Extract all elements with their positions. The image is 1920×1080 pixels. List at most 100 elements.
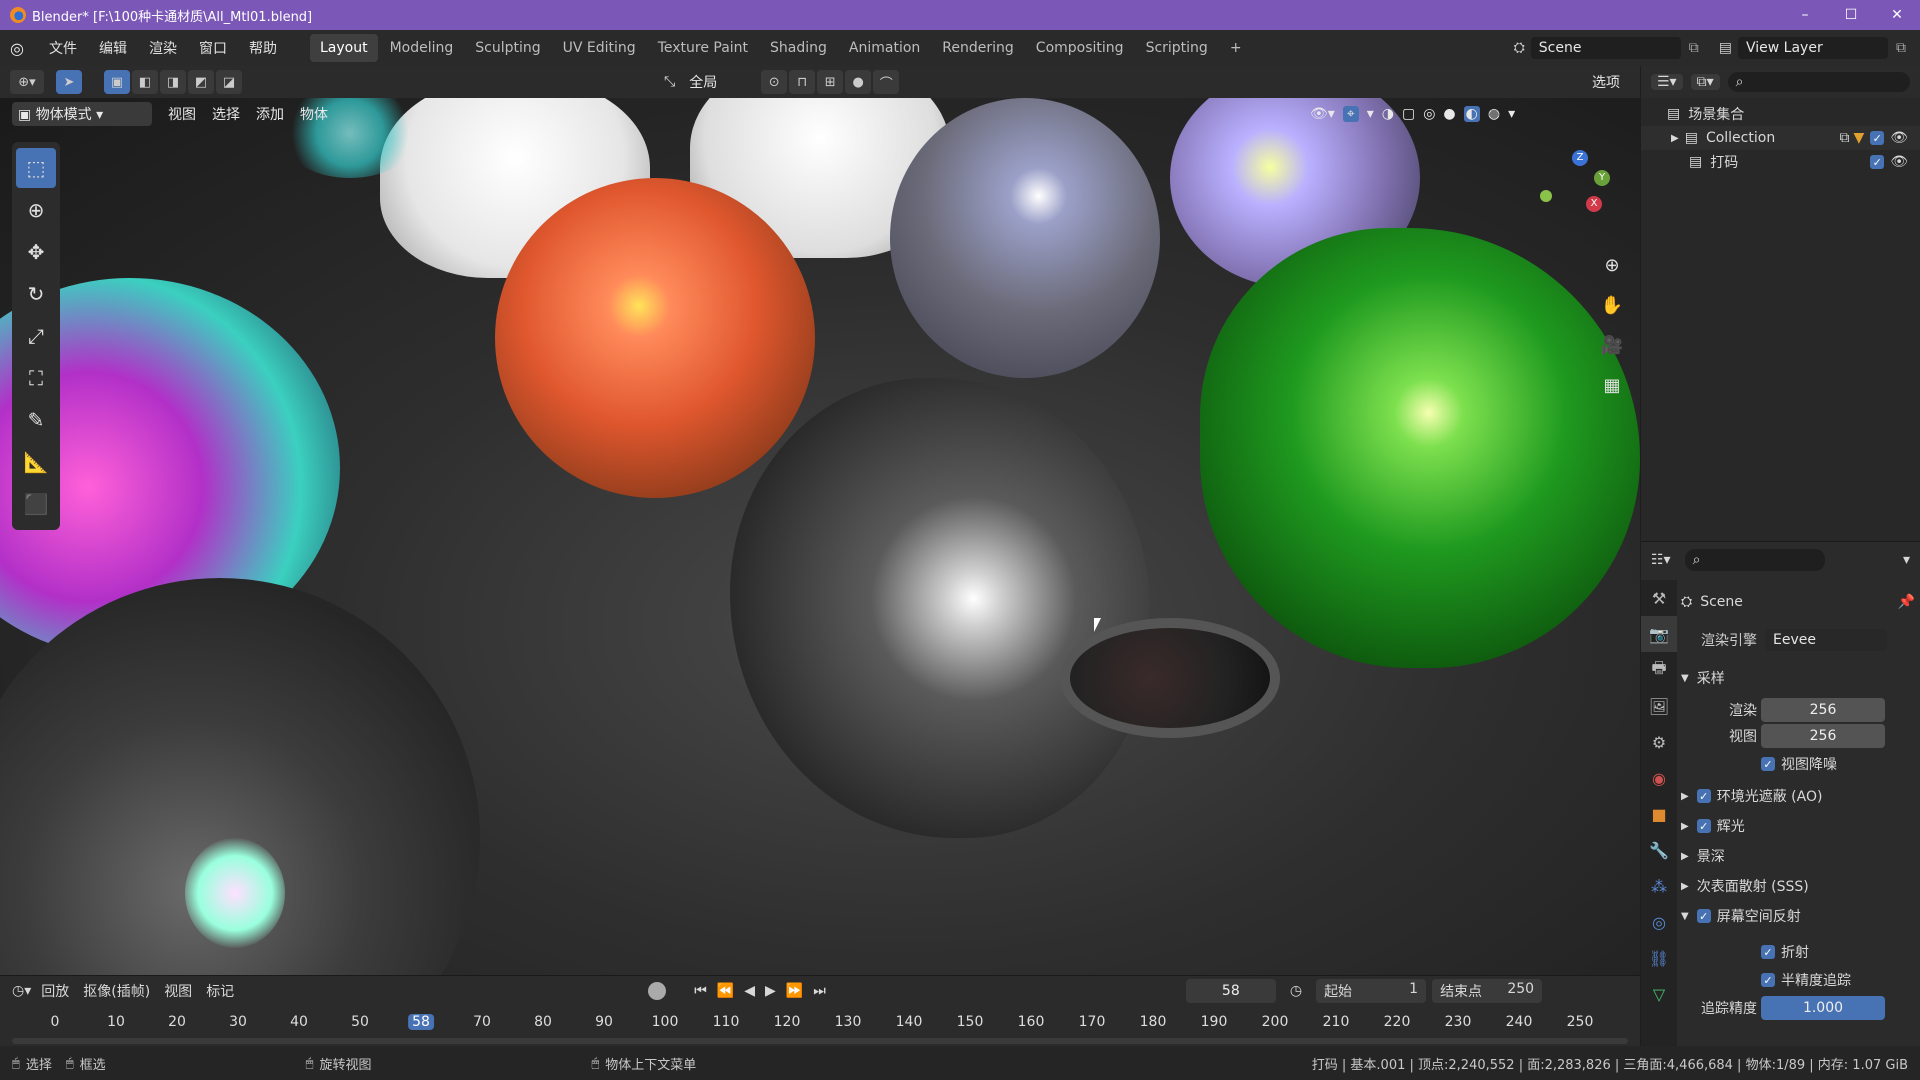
- outliner-search-icon[interactable]: ⌕: [1727, 72, 1910, 92]
- zoom-icon[interactable]: ⊕: [1597, 250, 1627, 280]
- tab-rendering[interactable]: Rendering: [932, 34, 1024, 62]
- filter-funnel-icon[interactable]: ▼: [1853, 130, 1864, 146]
- visibility-icon[interactable]: 👁▾: [1310, 106, 1335, 122]
- ssr-refraction-row[interactable]: ✓ 折射: [1681, 938, 1915, 966]
- select-new-icon[interactable]: ▣: [104, 70, 130, 94]
- camera-view-icon[interactable]: 🎥: [1597, 330, 1627, 360]
- scene-field[interactable]: Scene: [1530, 37, 1681, 59]
- viewport-menu-view[interactable]: 视图: [168, 104, 196, 124]
- tab-layout[interactable]: Layout: [310, 34, 378, 62]
- tab-shading[interactable]: Shading: [760, 34, 837, 62]
- viewport-menu-add[interactable]: 添加: [256, 104, 284, 124]
- menu-file[interactable]: 文件: [38, 38, 88, 58]
- gizmo-x-axis[interactable]: X: [1586, 196, 1602, 212]
- menu-help[interactable]: 帮助: [238, 38, 288, 58]
- render-samples-field[interactable]: 256: [1761, 698, 1885, 722]
- sampling-section-header[interactable]: ▼ 采样: [1681, 664, 1915, 692]
- tab-sculpting[interactable]: Sculpting: [465, 34, 550, 62]
- view-layer-tab-icon[interactable]: 🖼: [1641, 688, 1677, 724]
- expand-arrow-icon[interactable]: ▶: [1671, 133, 1679, 144]
- tab-uv-editing[interactable]: UV Editing: [553, 34, 646, 62]
- half-res-checkbox[interactable]: ✓: [1761, 973, 1775, 987]
- gizmo-dropdown-icon[interactable]: ▾: [1367, 106, 1374, 122]
- new-view-layer-icon[interactable]: ⧉: [1896, 40, 1906, 56]
- minimize-icon[interactable]: –: [1782, 7, 1828, 23]
- gizmo-y-axis[interactable]: Y: [1594, 170, 1610, 186]
- add-workspace-button[interactable]: +: [1220, 34, 1252, 62]
- xray-icon[interactable]: ▢: [1402, 106, 1415, 122]
- outliner-scene-collection[interactable]: ▤ 场景集合: [1641, 102, 1920, 126]
- view-layer-field[interactable]: View Layer: [1738, 37, 1888, 59]
- mode-dropdown[interactable]: ▣ 物体模式 ▾: [12, 102, 152, 126]
- visibility-eye-icon[interactable]: 👁: [1890, 154, 1908, 170]
- solid-shading-icon[interactable]: ●: [1443, 106, 1455, 122]
- select-intersect-icon[interactable]: ◪: [216, 70, 242, 94]
- rendered-shading-icon[interactable]: ◍: [1488, 106, 1500, 122]
- properties-search-icon[interactable]: ⌕: [1684, 549, 1825, 571]
- expand-arrow-icon[interactable]: ▼: [1681, 673, 1689, 684]
- move-tool-icon[interactable]: ✥: [16, 232, 56, 272]
- 3d-viewport[interactable]: ▣ 物体模式 ▾ 视图 选择 添加 物体 👁▾ ⌖ ▾ ◑ ▢ ◎ ● ◐ ◍ ▾…: [0, 98, 1640, 975]
- shading-options-icon[interactable]: ▾: [1508, 106, 1515, 122]
- falloff-icon[interactable]: ⌒: [873, 70, 900, 94]
- rotate-tool-icon[interactable]: ↻: [16, 274, 56, 314]
- cursor-tool-icon[interactable]: ⊕: [16, 190, 56, 230]
- render-engine-dropdown[interactable]: Eevee: [1765, 629, 1887, 651]
- wireframe-shading-icon[interactable]: ◎: [1423, 106, 1435, 122]
- expand-arrow-icon[interactable]: ▶: [1681, 821, 1689, 832]
- collection-exclude-icon[interactable]: ⧉: [1839, 130, 1849, 146]
- tab-texture-paint[interactable]: Texture Paint: [648, 34, 758, 62]
- material-shading-icon[interactable]: ◐: [1463, 106, 1480, 122]
- menu-edit[interactable]: 编辑: [88, 38, 138, 58]
- menu-render[interactable]: 渲染: [138, 38, 188, 58]
- gizmo-neg-y[interactable]: [1540, 190, 1552, 202]
- close-icon[interactable]: ✕: [1874, 7, 1920, 23]
- select-subtract-icon[interactable]: ◨: [160, 70, 186, 94]
- section-ssr[interactable]: ▼ ✓ 屏幕空间反射: [1681, 902, 1915, 930]
- snap-target-icon[interactable]: ⊞: [817, 70, 844, 94]
- expand-arrow-icon[interactable]: ▶: [1681, 791, 1689, 802]
- view-layer-icon[interactable]: ▤: [1719, 40, 1732, 56]
- menu-window[interactable]: 窗口: [188, 38, 238, 58]
- constraints-tab-icon[interactable]: ⛓: [1641, 940, 1677, 976]
- snap-icon[interactable]: ⊓: [789, 70, 816, 94]
- select-invert-icon[interactable]: ◩: [188, 70, 214, 94]
- overlay-icon[interactable]: ◑: [1382, 106, 1394, 122]
- ssr-half-res-row[interactable]: ✓ 半精度追踪: [1681, 966, 1915, 994]
- pivot-point-icon[interactable]: ⊙: [761, 70, 788, 94]
- blender-menu-icon[interactable]: ◎: [10, 39, 38, 58]
- pan-hand-icon[interactable]: ✋: [1597, 290, 1627, 320]
- scale-tool-icon[interactable]: ⤢: [16, 316, 56, 356]
- scene-icon[interactable]: ⛭: [1514, 40, 1525, 56]
- select-box-tool-icon[interactable]: ⬚: [16, 148, 56, 188]
- object-tab-icon[interactable]: ■: [1641, 796, 1677, 832]
- pin-icon[interactable]: 📌: [1898, 594, 1915, 610]
- transform-tool-icon[interactable]: ⛶: [16, 358, 56, 398]
- tab-compositing[interactable]: Compositing: [1026, 34, 1134, 62]
- refraction-checkbox[interactable]: ✓: [1761, 945, 1775, 959]
- add-cube-tool-icon[interactable]: ⬛: [16, 484, 56, 524]
- particles-tab-icon[interactable]: ⁂: [1641, 868, 1677, 904]
- denoise-checkbox[interactable]: ✓: [1761, 757, 1775, 771]
- outliner-item-collection[interactable]: ▶ ▤ Collection ⧉ ▼ ✓ 👁: [1641, 126, 1920, 150]
- maximize-icon[interactable]: ☐: [1828, 7, 1874, 23]
- select-tool-icon[interactable]: ➤: [56, 70, 82, 94]
- annotate-tool-icon[interactable]: ✎: [16, 400, 56, 440]
- section-dof[interactable]: ▶ 景深: [1681, 842, 1915, 870]
- physics-tab-icon[interactable]: ◎: [1641, 904, 1677, 940]
- data-tab-icon[interactable]: ▽: [1641, 976, 1677, 1012]
- ssr-checkbox[interactable]: ✓: [1696, 909, 1711, 923]
- options-dropdown[interactable]: 选项: [1584, 69, 1628, 95]
- tool-tab-icon[interactable]: ⚒: [1641, 580, 1677, 616]
- bloom-checkbox[interactable]: ✓: [1696, 819, 1711, 833]
- section-bloom[interactable]: ▶ ✓ 辉光: [1681, 812, 1915, 840]
- select-extend-icon[interactable]: ◧: [132, 70, 158, 94]
- viewport-menu-object[interactable]: 物体: [300, 104, 328, 124]
- world-tab-icon[interactable]: ◉: [1641, 760, 1677, 796]
- outliner-filter-icon[interactable]: ⧉▾: [1690, 74, 1720, 90]
- ao-checkbox[interactable]: ✓: [1696, 789, 1711, 803]
- collection-checkbox[interactable]: ✓: [1870, 131, 1885, 145]
- navigation-gizmo[interactable]: Z Y X: [1530, 150, 1610, 230]
- outliner-editor-type-icon[interactable]: ☰▾: [1651, 74, 1683, 90]
- new-scene-icon[interactable]: ⧉: [1689, 40, 1699, 56]
